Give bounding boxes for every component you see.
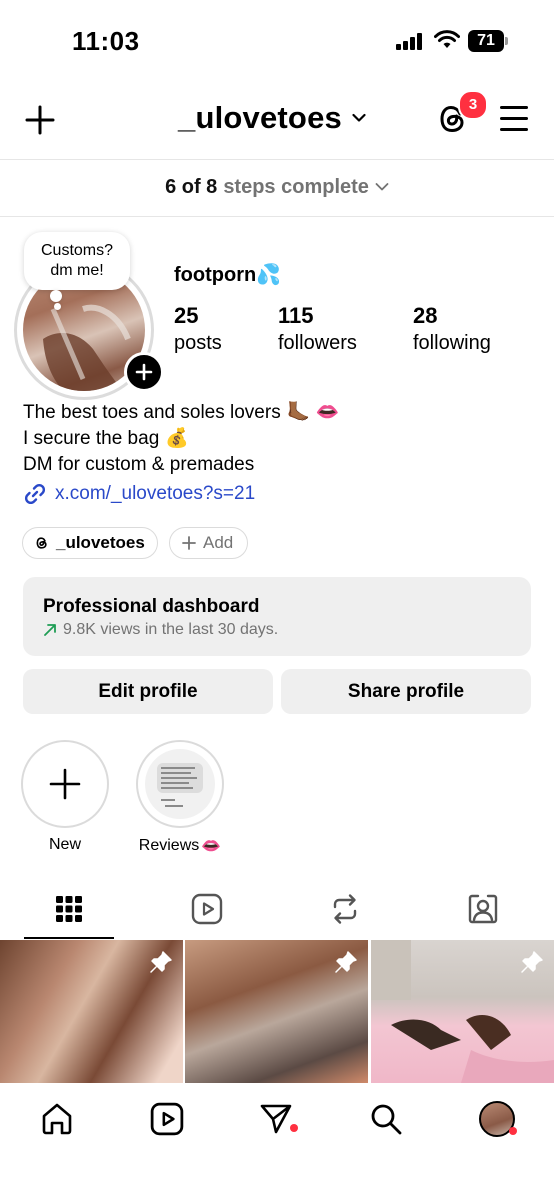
following-count[interactable]: 28 following (413, 302, 491, 356)
tab-tagged[interactable] (414, 880, 552, 938)
followers-label: followers (278, 332, 357, 354)
nav-messages[interactable] (256, 1099, 296, 1139)
post-thumbnail[interactable] (185, 940, 368, 1083)
note-tail-large (50, 290, 62, 302)
threads-icon (36, 537, 47, 549)
profile-bio: The best toes and soles lovers 🦶🏾 👄 I sec… (23, 400, 339, 478)
tab-reels[interactable] (138, 880, 276, 938)
lips-emoji: 👄 (201, 838, 222, 855)
money-bag-emoji: 💰 (165, 428, 189, 449)
threads-profile-chip[interactable]: _ulovetoes (22, 527, 158, 559)
add-story-button[interactable] (124, 352, 164, 392)
cellular-signal-icon (396, 32, 426, 50)
profile-notification-dot (509, 1127, 517, 1135)
search-icon (371, 1104, 402, 1135)
status-time: 11:03 (72, 26, 140, 56)
new-highlight[interactable]: New (20, 740, 110, 854)
plus-icon (182, 536, 196, 550)
add-chip-label: Add (203, 533, 234, 552)
nav-search[interactable] (366, 1099, 406, 1139)
profile-content-tabs (0, 880, 554, 940)
professional-dashboard[interactable]: Professional dashboard 9.8K views in the… (23, 577, 531, 656)
steps-progress: 6 of 8 (165, 175, 218, 198)
bottom-navigation (0, 1083, 554, 1200)
share-profile-button[interactable]: Share profile (281, 669, 531, 714)
followers-value: 115 (278, 303, 314, 328)
link-icon (24, 483, 46, 505)
profile-link[interactable]: x.com/_ulovetoes?s=21 (23, 482, 255, 506)
chevron-down-icon (375, 183, 389, 191)
messages-unread-dot (290, 1124, 298, 1132)
bio-line-2: I secure the bag (23, 428, 160, 449)
dashboard-subtitle: 9.8K views in the last 30 days. (43, 621, 278, 639)
note-line-1: Customs? (40, 242, 114, 259)
plus-icon (49, 768, 81, 800)
posts-label: posts (174, 332, 222, 354)
grid-icon (56, 896, 82, 922)
chevron-down-icon (352, 113, 366, 122)
pin-icon (521, 951, 543, 973)
reels-icon (150, 1102, 184, 1136)
home-icon (42, 1103, 72, 1135)
username-title: _ulovetoes (178, 100, 342, 135)
wifi-icon (434, 30, 460, 48)
pin-icon (335, 951, 357, 973)
dashboard-title: Professional dashboard (43, 596, 260, 617)
tab-reposts[interactable] (276, 880, 414, 938)
note-tail-small (54, 303, 61, 310)
droplets-emoji: 💦 (256, 264, 282, 286)
bio-line-1: The best toes and soles lovers (23, 402, 281, 423)
tab-grid[interactable] (0, 880, 138, 938)
header-divider (0, 159, 554, 160)
new-highlight-circle (21, 740, 109, 828)
post-thumbnail[interactable] (371, 940, 554, 1083)
posts-count[interactable]: 25 posts (174, 302, 222, 356)
post-thumbnail[interactable] (0, 940, 183, 1083)
note-line-2: dm me! (50, 262, 104, 279)
edit-profile-button[interactable]: Edit profile (23, 669, 273, 714)
add-chip-button[interactable]: Add (169, 527, 248, 559)
posts-grid (0, 940, 554, 1083)
bio-line-1-emoji: 🦶🏾 👄 (286, 402, 340, 423)
trend-up-arrow-icon (44, 624, 56, 636)
followers-count[interactable]: 115 followers (278, 302, 357, 356)
hamburger-menu-icon[interactable] (500, 106, 530, 132)
reviews-highlight-thumbnail (145, 749, 215, 819)
profile-note-bubble[interactable]: Customs? dm me! (24, 232, 130, 290)
display-name: footporn💦 (174, 264, 282, 286)
create-plus-icon[interactable] (24, 104, 56, 136)
nav-home[interactable] (37, 1099, 77, 1139)
messages-paper-plane-icon (260, 1104, 292, 1134)
nav-reels[interactable] (147, 1099, 187, 1139)
steps-divider (0, 216, 554, 217)
account-switcher[interactable]: _ulovetoes (178, 100, 366, 136)
battery-cap (505, 37, 508, 45)
bio-line-3: DM for custom & premades (23, 454, 255, 475)
reposts-icon (333, 894, 357, 924)
following-value: 28 (413, 303, 438, 328)
steps-complete-banner[interactable]: 6 of 8 steps complete (0, 170, 554, 204)
steps-label: steps complete (223, 175, 369, 198)
battery-indicator: 71 (468, 30, 504, 52)
threads-chip-label: _ulovetoes (56, 533, 145, 552)
tagged-person-icon (468, 894, 498, 924)
profile-header: _ulovetoes 3 (0, 90, 554, 150)
profile-link-text: x.com/_ulovetoes?s=21 (55, 483, 256, 504)
reviews-highlight-label: Reviews (138, 837, 200, 854)
reviews-highlight-circle (136, 740, 224, 828)
following-label: following (413, 332, 491, 354)
active-tab-indicator (24, 937, 114, 939)
status-bar: 11:03 71 (0, 0, 554, 80)
plus-icon (135, 363, 153, 381)
pin-icon (150, 951, 172, 973)
posts-value: 25 (174, 303, 199, 328)
new-highlight-label: New (48, 836, 81, 853)
reviews-highlight[interactable]: Reviews 👄 (135, 740, 225, 856)
notification-badge: 3 (458, 90, 488, 120)
reels-icon (191, 893, 223, 925)
